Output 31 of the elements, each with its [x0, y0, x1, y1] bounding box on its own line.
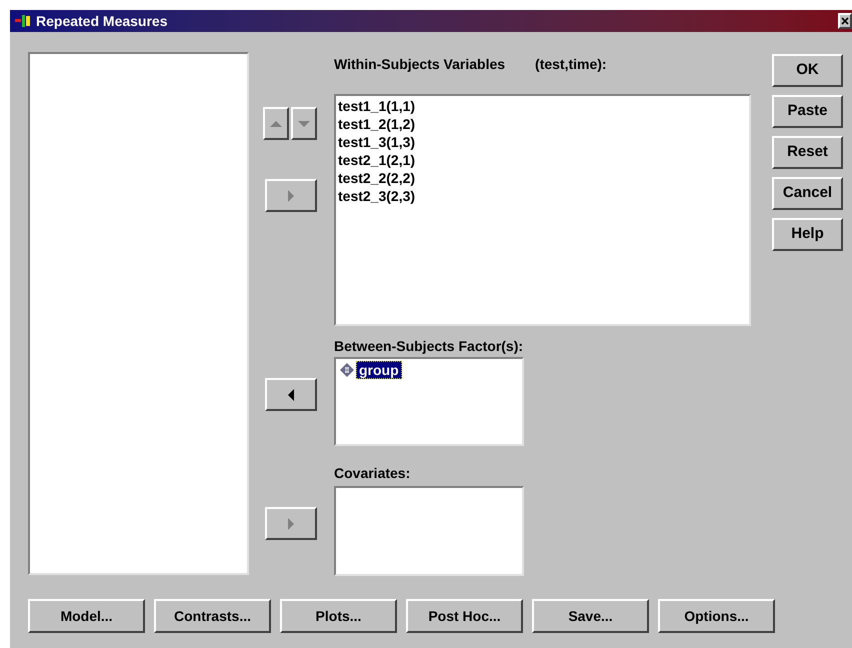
- close-button[interactable]: [838, 13, 852, 29]
- numeric-variable-icon: [340, 363, 354, 377]
- dialog-button[interactable]: Post Hoc...: [406, 599, 523, 633]
- list-item[interactable]: test2_3(2,3): [338, 187, 749, 205]
- list-item[interactable]: test1_3(1,3): [338, 133, 749, 151]
- between-subjects-list[interactable]: group: [334, 357, 524, 446]
- dialog-button[interactable]: OK: [772, 54, 843, 87]
- dialog-button[interactable]: Cancel: [772, 177, 843, 210]
- dialog-button[interactable]: Paste: [772, 95, 843, 128]
- dialog-button[interactable]: Model...: [28, 599, 145, 633]
- covariates-list[interactable]: [334, 486, 524, 576]
- between-subjects-label: Between-Subjects Factor(s):: [334, 337, 524, 356]
- dialog-button[interactable]: Reset: [772, 136, 843, 169]
- app-icon: [14, 13, 32, 29]
- list-item[interactable]: test2_2(2,2): [338, 169, 749, 187]
- within-subjects-label: Within-Subjects Variables: [334, 55, 506, 74]
- within-subjects-list[interactable]: test1_1(1,1) test1_2(1,2) test1_3(1,3) test2_1(2,1) test2_2(2,2) test2_3(2,3): [334, 94, 751, 326]
- window-title: Repeated Measures: [36, 12, 168, 31]
- dialog-button[interactable]: Save...: [532, 599, 649, 633]
- list-item[interactable]: test1_1(1,1): [338, 97, 749, 115]
- dialog-button[interactable]: Plots...: [280, 599, 397, 633]
- list-item[interactable]: group: [356, 361, 402, 379]
- dialog-button[interactable]: Help: [772, 218, 843, 251]
- dialog-button[interactable]: Options...: [658, 599, 775, 633]
- arrow-button[interactable]: [265, 378, 317, 411]
- close-icon: [841, 17, 849, 25]
- dialog-button[interactable]: Contrasts...: [154, 599, 271, 633]
- covariates-label: Covariates:: [334, 464, 412, 483]
- list-item[interactable]: test1_2(1,2): [338, 115, 749, 133]
- list-item[interactable]: test2_1(2,1): [338, 151, 749, 169]
- factor-hint: (test,time):: [535, 55, 607, 74]
